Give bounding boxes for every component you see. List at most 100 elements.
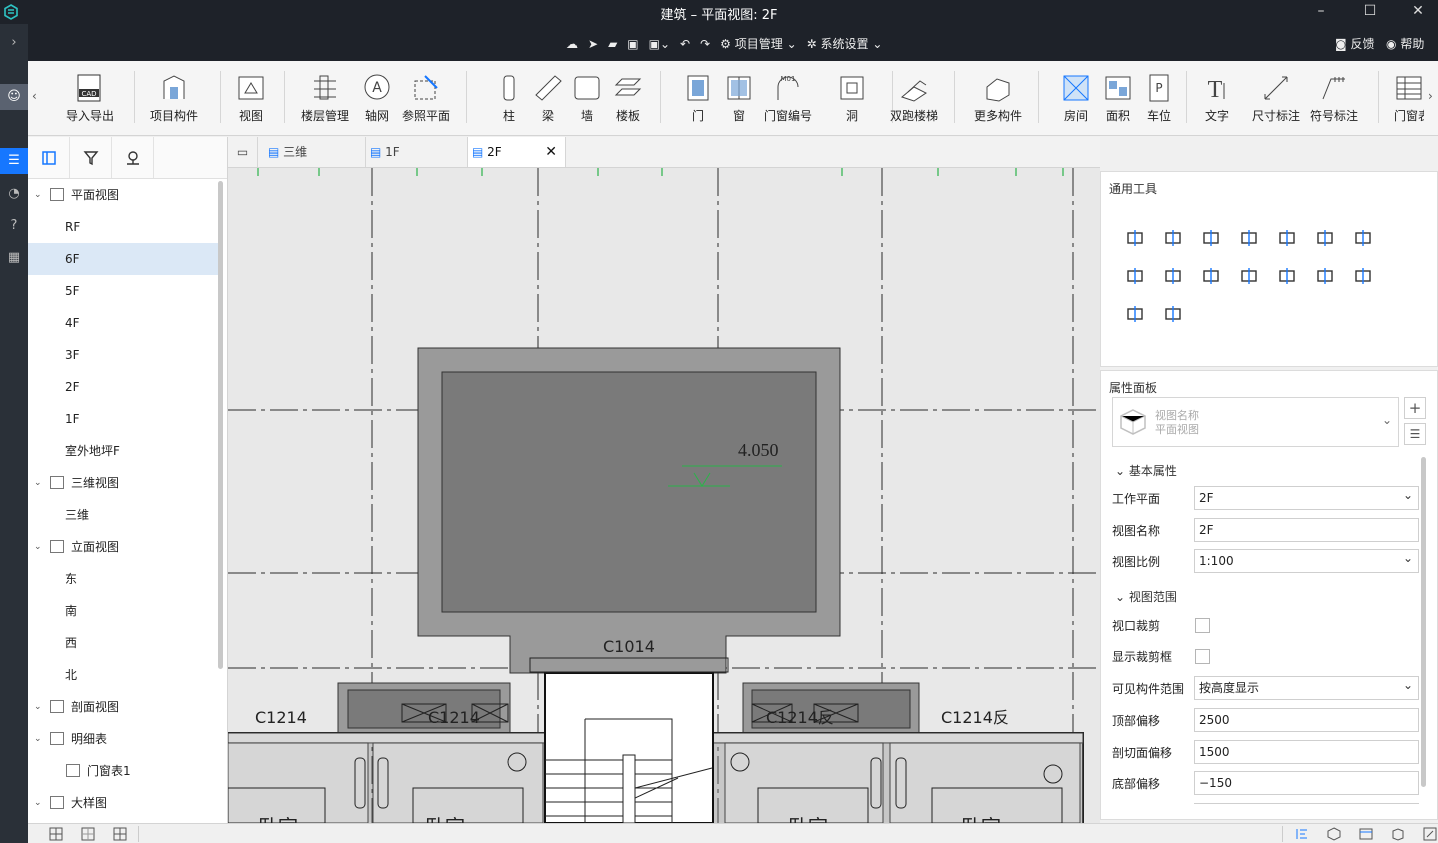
tree-item[interactable]: 东 [28, 563, 218, 595]
project-mgmt-menu[interactable]: ⚙ 项目管理 ⌄ [720, 35, 796, 52]
room-button[interactable]: 房间 [1061, 73, 1091, 124]
tree-item[interactable]: 6F [28, 243, 218, 275]
move-icon[interactable] [1124, 227, 1146, 249]
tree-item[interactable]: ⌄ 平面视图 [28, 179, 218, 211]
tab-1f[interactable]: ▤ 1F [366, 137, 468, 167]
top-offset-input[interactable]: 2500 [1194, 708, 1419, 732]
more-dropdown-icon[interactable]: ▣⌄ [649, 37, 670, 51]
align-center-icon[interactable] [1238, 227, 1260, 249]
door-button[interactable]: 门 [683, 73, 713, 124]
tree-item[interactable]: 4F [28, 307, 218, 339]
chevron-down-icon[interactable]: ⌄ [34, 723, 42, 755]
window-button[interactable]: 窗 [724, 73, 754, 124]
wall-button[interactable]: 墙 [572, 73, 602, 124]
chevron-down-icon[interactable]: ⌄ [34, 467, 42, 499]
export-element-icon[interactable] [1124, 303, 1146, 325]
drawing-canvas[interactable]: 4.050 C1014 C1214 C1214 C1214反 C1214反 卧室… [228, 168, 1100, 823]
tree-item[interactable]: 西 [28, 627, 218, 659]
close-tab-icon[interactable]: ✕ [545, 137, 557, 167]
beam-button[interactable]: 梁 [533, 73, 563, 124]
tree-item[interactable]: RF [28, 211, 218, 243]
import-export-button[interactable]: CAD 导入导出 [66, 73, 114, 124]
tree-item[interactable]: ⌄ 三维视图 [28, 467, 218, 499]
parking-button[interactable]: P 车位 [1144, 73, 1174, 124]
send-icon[interactable]: ➤ [588, 37, 598, 51]
tree-item[interactable]: 2F [28, 371, 218, 403]
expand-icon[interactable]: › [0, 30, 28, 56]
layout-tile-icon[interactable] [112, 826, 128, 842]
chevron-down-icon[interactable]: ⌄ [34, 179, 42, 211]
tree-item[interactable]: 3F [28, 339, 218, 371]
add-type-button[interactable]: + [1404, 397, 1426, 419]
tab-2f[interactable]: ▤ 2F ✕ [468, 137, 566, 167]
chevron-down-icon[interactable]: ⌄ [34, 787, 42, 819]
redo-icon[interactable]: ↷ [700, 37, 710, 51]
visible-range-select[interactable]: 按高度显示 [1194, 674, 1419, 700]
layout-quad-icon[interactable] [48, 826, 64, 842]
door-window-table-button[interactable]: 门窗表 [1394, 73, 1424, 124]
trim-icon[interactable] [1314, 227, 1336, 249]
properties-scrollbar[interactable] [1421, 457, 1426, 787]
view-name-input[interactable]: 2F [1194, 518, 1419, 542]
window-view-icon[interactable] [1358, 826, 1374, 842]
tree-item[interactable]: 室外地坪F [28, 435, 218, 467]
offset-icon[interactable] [1124, 265, 1146, 287]
align-icon[interactable] [1294, 826, 1310, 842]
work-plane-select[interactable]: 2F [1194, 484, 1419, 510]
undo-icon[interactable]: ↶ [680, 37, 690, 51]
help-button[interactable]: ◉ 帮助 [1386, 35, 1424, 52]
ribbon-scroll-left-icon[interactable]: ‹ [32, 89, 37, 103]
chevron-down-icon[interactable]: ⌄ [34, 531, 42, 563]
extend-left-icon[interactable] [1162, 265, 1184, 287]
opening-button[interactable]: 洞 [837, 73, 867, 124]
question-icon[interactable]: ? [0, 213, 28, 239]
ribbon-scroll-right-icon[interactable]: › [1428, 89, 1433, 103]
view-button[interactable]: 视图 [236, 73, 266, 124]
bottom-offset-input[interactable]: −150 [1194, 771, 1419, 795]
array-icon[interactable] [1238, 265, 1260, 287]
list-icon[interactable]: ☰ [0, 148, 28, 174]
tree-item[interactable]: 1F [28, 403, 218, 435]
system-settings-menu[interactable]: ✲ 系统设置 ⌄ [807, 35, 883, 52]
tree-item[interactable]: 南 [28, 595, 218, 627]
browser-panel-icon[interactable] [28, 137, 70, 178]
copy-icon[interactable] [1162, 227, 1184, 249]
tree-item[interactable]: ⌄ 立面视图 [28, 531, 218, 563]
double-stair-button[interactable]: 双跑楼梯 [890, 73, 938, 124]
save-icon[interactable]: ▰ [608, 37, 617, 51]
show-crop-checkbox[interactable] [1195, 649, 1210, 664]
location-icon[interactable] [112, 137, 154, 178]
tab-menu-icon[interactable]: ▭ [228, 137, 258, 167]
tree-item[interactable]: ⌄ 明细表 [28, 723, 218, 755]
layout-grid-icon[interactable] [80, 826, 96, 842]
measure-icon[interactable] [1162, 303, 1184, 325]
project-component-button[interactable]: 项目构件 [150, 73, 198, 124]
feedback-button[interactable]: ◙ 反馈 [1335, 35, 1375, 52]
rotate-icon[interactable] [1200, 227, 1222, 249]
chevron-down-icon[interactable]: ⌄ [34, 691, 42, 723]
group-icon[interactable] [1276, 265, 1298, 287]
maximize-button[interactable]: ☐ [1347, 0, 1393, 24]
symbol-button[interactable]: 符号标注 [1310, 73, 1358, 124]
cloud-icon[interactable]: ☁ [566, 37, 578, 51]
grid-axis-button[interactable]: A 轴网 [362, 73, 392, 124]
duplicate-icon[interactable] [1352, 227, 1374, 249]
delete-icon[interactable] [1352, 265, 1374, 287]
floor-mgmt-button[interactable]: 楼层管理 [301, 73, 349, 124]
extend-right-icon[interactable] [1200, 265, 1222, 287]
edit-type-icon[interactable]: ☰ [1404, 423, 1426, 445]
cut-offset-input[interactable]: 1500 [1194, 740, 1419, 764]
column-button[interactable]: 柱 [494, 73, 524, 124]
ref-plane-button[interactable]: 参照平面 [402, 73, 450, 124]
box-icon[interactable] [1390, 826, 1406, 842]
section-view-range[interactable]: ⌄ 视图范围 [1115, 588, 1177, 605]
tab-3d[interactable]: ▤ 三维 [258, 137, 366, 167]
tree-item[interactable]: 5F [28, 275, 218, 307]
tree-item[interactable]: 三维 [28, 499, 218, 531]
user-icon[interactable]: ☺ [0, 84, 28, 110]
tree-item[interactable]: ⌄ 剖面视图 [28, 691, 218, 723]
minimize-button[interactable]: – [1298, 0, 1344, 24]
dimension-button[interactable]: 尺寸标注 [1252, 73, 1300, 124]
tree-item[interactable]: 门窗表1 [28, 755, 218, 787]
grid-icon[interactable]: ▦ [0, 245, 28, 271]
